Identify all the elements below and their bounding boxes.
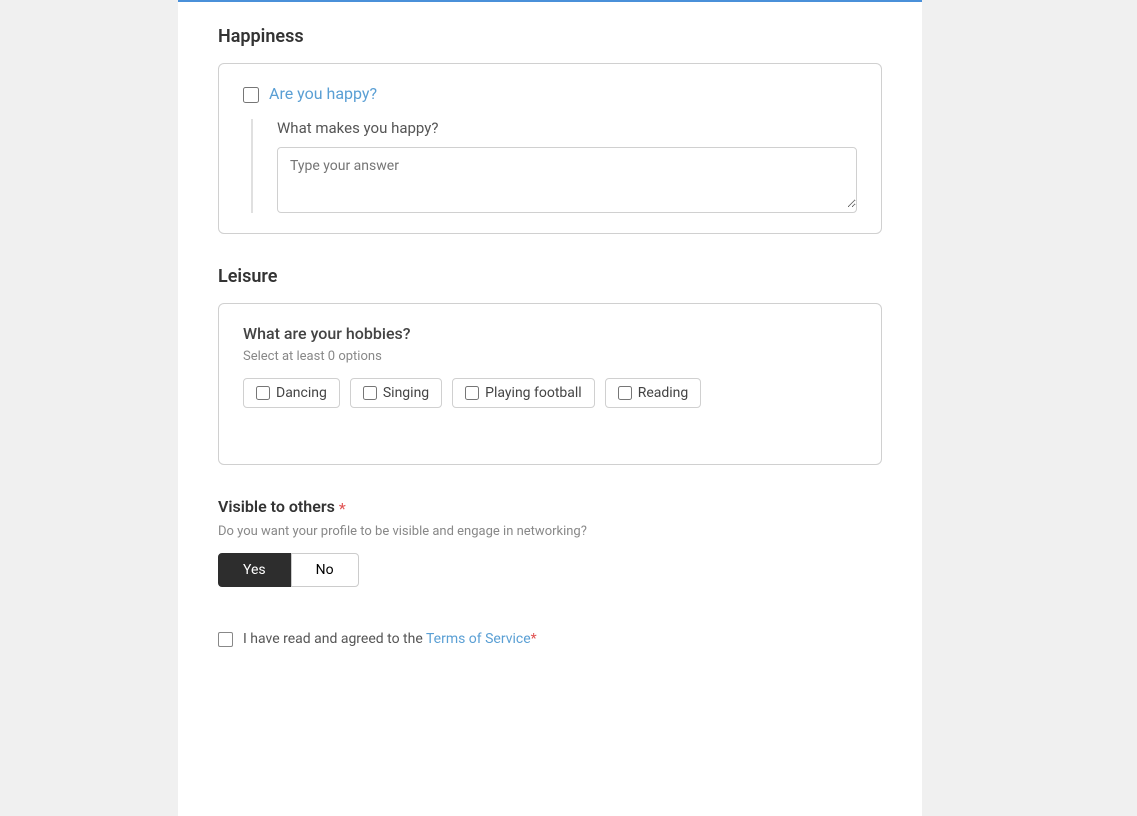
reading-label: Reading xyxy=(638,385,689,401)
tos-row: I have read and agreed to the Terms of S… xyxy=(218,615,882,647)
singing-option[interactable]: Singing xyxy=(350,378,442,408)
what-makes-happy-section: What makes you happy? xyxy=(251,119,857,213)
playing-football-label: Playing football xyxy=(485,385,582,401)
dancing-checkbox[interactable] xyxy=(256,386,270,400)
tos-required-star: * xyxy=(531,631,537,647)
reading-option[interactable]: Reading xyxy=(605,378,702,408)
hobbies-question: What are your hobbies? xyxy=(243,324,857,343)
singing-label: Singing xyxy=(383,385,429,401)
dancing-label: Dancing xyxy=(276,385,327,401)
leisure-title: Leisure xyxy=(218,266,882,287)
right-sidebar xyxy=(922,0,1137,816)
happiness-section: Happiness Are you happy? What makes you … xyxy=(218,26,882,234)
visible-required-star: * xyxy=(339,499,346,518)
singing-checkbox[interactable] xyxy=(363,386,377,400)
tos-link[interactable]: Terms of Service xyxy=(426,631,531,647)
playing-football-option[interactable]: Playing football xyxy=(452,378,595,408)
happiness-answer-textarea[interactable] xyxy=(278,148,856,208)
visible-title: Visible to others xyxy=(218,497,335,516)
main-content: Happiness Are you happy? What makes you … xyxy=(178,0,922,816)
are-you-happy-checkbox[interactable] xyxy=(243,87,259,103)
yes-button[interactable]: Yes xyxy=(218,553,291,587)
are-you-happy-question: Are you happy? xyxy=(269,84,377,103)
visible-description: Do you want your profile to be visible a… xyxy=(218,524,882,539)
visible-section: Visible to others * Do you want your pro… xyxy=(218,497,882,587)
hobbies-card: What are your hobbies? Select at least 0… xyxy=(218,303,882,465)
happiness-card: Are you happy? What makes you happy? xyxy=(218,63,882,234)
tos-prefix: I have read and agreed to the xyxy=(243,631,423,647)
hobbies-hint: Select at least 0 options xyxy=(243,349,857,364)
no-button[interactable]: No xyxy=(291,553,359,587)
reading-checkbox[interactable] xyxy=(618,386,632,400)
card-footer-space xyxy=(243,408,857,444)
are-you-happy-row: Are you happy? xyxy=(243,84,857,103)
tos-checkbox[interactable] xyxy=(218,632,233,647)
what-makes-happy-text: What makes you happy? xyxy=(277,119,857,137)
happiness-title: Happiness xyxy=(218,26,882,47)
playing-football-checkbox[interactable] xyxy=(465,386,479,400)
tos-text: I have read and agreed to the Terms of S… xyxy=(243,631,537,647)
hobbies-options: Dancing Singing Playing football Reading xyxy=(243,378,857,408)
answer-textarea-wrapper xyxy=(277,147,857,213)
visible-toggle-group: Yes No xyxy=(218,553,882,587)
left-sidebar xyxy=(0,0,178,816)
leisure-section: Leisure What are your hobbies? Select at… xyxy=(218,266,882,465)
dancing-option[interactable]: Dancing xyxy=(243,378,340,408)
